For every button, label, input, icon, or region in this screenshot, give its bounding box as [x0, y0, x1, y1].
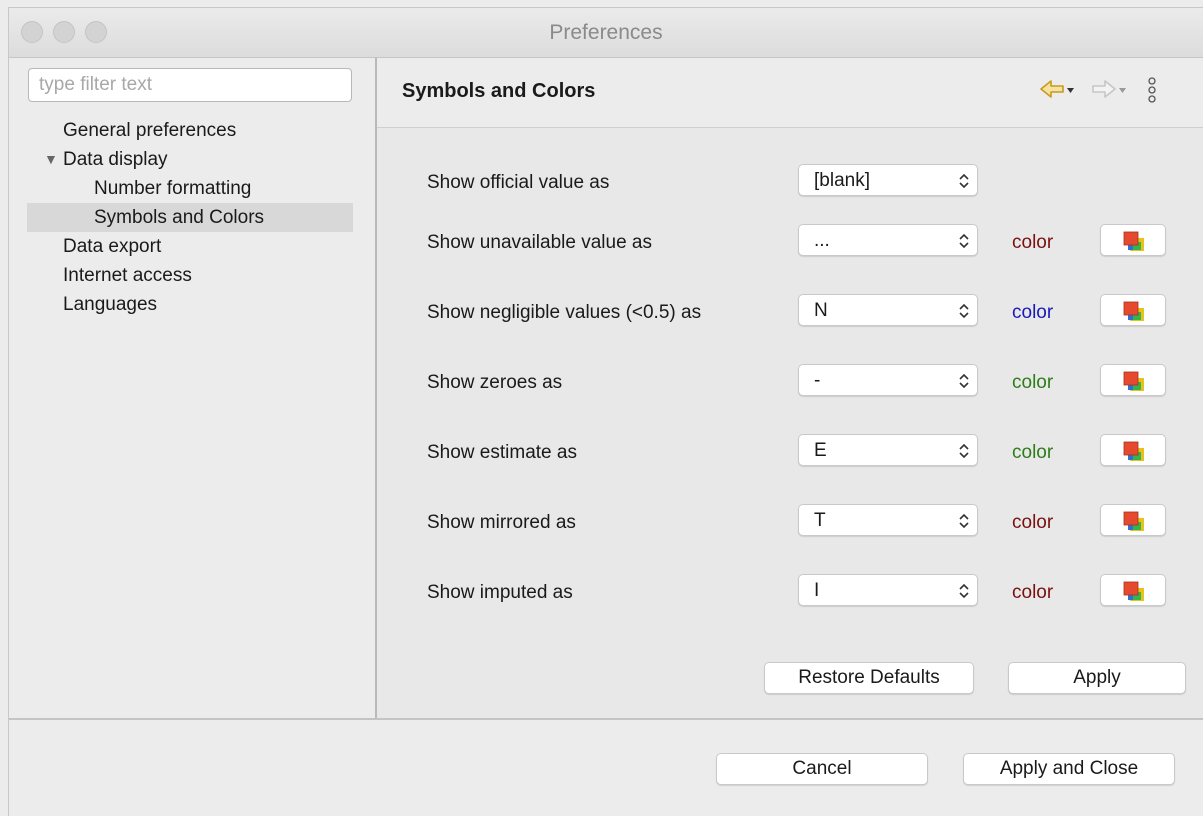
row-estimate: Show estimate as E color — [377, 434, 1203, 474]
unavailable-value-select[interactable]: ... — [798, 224, 978, 256]
select-value: [blank] — [814, 170, 870, 191]
page-title: Symbols and Colors — [402, 80, 596, 102]
tree-item-general-preferences[interactable]: General preferences — [27, 116, 353, 145]
row-mirrored: Show mirrored as T color — [377, 504, 1203, 544]
back-arrow-icon[interactable] — [1039, 76, 1075, 106]
official-value-select[interactable]: [blank] — [798, 164, 978, 196]
tree-item-data-export[interactable]: Data export — [27, 232, 353, 261]
estimate-select[interactable]: E — [798, 434, 978, 466]
expanded-triangle-icon[interactable]: ▼ — [44, 145, 58, 174]
page-header: Symbols and Colors — [377, 58, 1203, 128]
color-palette-icon — [1123, 231, 1144, 251]
row-label: Show imputed as — [427, 582, 573, 603]
tree-item-data-display[interactable]: ▼ Data display — [27, 145, 353, 174]
row-negligible-values: Show negligible values (<0.5) as N color — [377, 294, 1203, 334]
view-menu-icon[interactable] — [1145, 76, 1159, 108]
imputed-select[interactable]: I — [798, 574, 978, 606]
forward-arrow-icon[interactable] — [1091, 76, 1127, 106]
updown-chevron-icon — [959, 583, 969, 599]
zeroes-select[interactable]: - — [798, 364, 978, 396]
mirrored-select[interactable]: T — [798, 504, 978, 536]
tree-item-label: Data export — [63, 236, 162, 257]
preferences-sidebar: General preferences ▼ Data display Numbe… — [9, 58, 377, 718]
row-label: Show unavailable value as — [427, 232, 652, 253]
row-unavailable-value: Show unavailable value as ... color — [377, 224, 1203, 264]
apply-and-close-button[interactable]: Apply and Close — [963, 753, 1175, 785]
select-value: E — [814, 440, 827, 461]
tree-item-label: Symbols and Colors — [94, 207, 265, 228]
row-label: Show mirrored as — [427, 512, 576, 533]
preferences-window: Preferences General preferences ▼ Data d… — [8, 7, 1203, 816]
imputed-color-button[interactable] — [1100, 574, 1166, 606]
updown-chevron-icon — [959, 373, 969, 389]
cancel-button[interactable]: Cancel — [716, 753, 928, 785]
row-label: Show estimate as — [427, 442, 577, 463]
footer-divider — [9, 718, 1203, 720]
negligible-values-select[interactable]: N — [798, 294, 978, 326]
preferences-tree: General preferences ▼ Data display Numbe… — [27, 116, 353, 319]
color-label: color — [1012, 582, 1054, 603]
restore-defaults-button[interactable]: Restore Defaults — [764, 662, 974, 694]
tree-item-number-formatting[interactable]: Number formatting — [27, 174, 353, 203]
tree-item-label: Internet access — [63, 265, 192, 286]
row-label: Show negligible values (<0.5) as — [427, 302, 702, 323]
row-zeroes: Show zeroes as - color — [377, 364, 1203, 404]
tree-item-label: Data display — [63, 149, 168, 170]
unavailable-color-button[interactable] — [1100, 224, 1166, 256]
select-value: N — [814, 300, 828, 321]
tree-item-label: Languages — [63, 294, 158, 315]
row-label: Show official value as — [427, 172, 610, 193]
updown-chevron-icon — [959, 513, 969, 529]
color-palette-icon — [1123, 371, 1144, 391]
updown-chevron-icon — [959, 303, 969, 319]
row-official-value: Show official value as [blank] — [377, 164, 1203, 204]
mirrored-color-button[interactable] — [1100, 504, 1166, 536]
negligible-color-button[interactable] — [1100, 294, 1166, 326]
filter-input[interactable] — [28, 68, 352, 102]
color-palette-icon — [1123, 511, 1144, 531]
tree-item-internet-access[interactable]: Internet access — [27, 261, 353, 290]
window-title: Preferences — [549, 21, 663, 44]
color-label: color — [1012, 372, 1054, 393]
color-label: color — [1012, 232, 1054, 253]
preference-page: Symbols and Colors Show official value a… — [377, 58, 1203, 718]
color-label: color — [1012, 442, 1054, 463]
zeroes-color-button[interactable] — [1100, 364, 1166, 396]
tree-item-label: Number formatting — [94, 178, 252, 199]
select-value: - — [814, 370, 821, 391]
color-palette-icon — [1123, 581, 1144, 601]
updown-chevron-icon — [959, 443, 969, 459]
row-imputed: Show imputed as I color — [377, 574, 1203, 614]
title-bar: Preferences — [9, 8, 1203, 58]
updown-chevron-icon — [959, 173, 969, 189]
tree-item-symbols-and-colors[interactable]: Symbols and Colors — [27, 203, 353, 232]
updown-chevron-icon — [959, 233, 969, 249]
color-palette-icon — [1123, 441, 1144, 461]
select-value: ... — [814, 230, 830, 251]
select-value: I — [814, 580, 820, 601]
select-value: T — [814, 510, 826, 531]
tree-item-label: General preferences — [63, 120, 237, 141]
color-palette-icon — [1123, 301, 1144, 321]
apply-button[interactable]: Apply — [1008, 662, 1186, 694]
tree-item-languages[interactable]: Languages — [27, 290, 353, 319]
color-label: color — [1012, 302, 1054, 323]
estimate-color-button[interactable] — [1100, 434, 1166, 466]
color-label: color — [1012, 512, 1054, 533]
row-label: Show zeroes as — [427, 372, 563, 393]
